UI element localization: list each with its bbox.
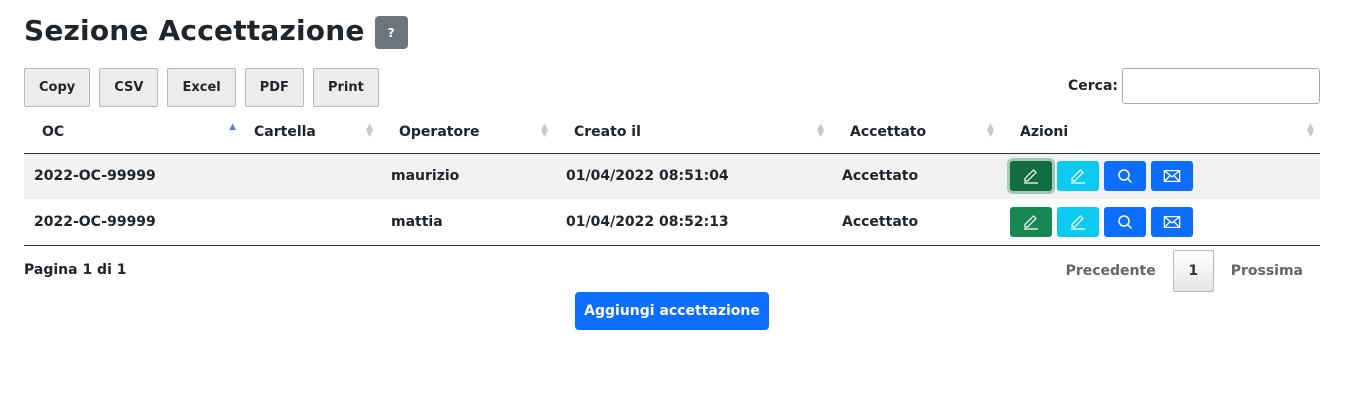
next-page-button[interactable]: Prossima [1214,263,1320,279]
sort-icon: ▲ ▼ [1307,122,1314,139]
column-label: Creato il [574,124,641,141]
sort-icon: ▲ ▼ [541,122,548,139]
page-header: Sezione Accettazione ? [24,12,408,49]
cell-operatore: maurizio [379,153,554,199]
table-row: 2022-OC-99999 maurizio 01/04/2022 08:51:… [24,153,1320,199]
column-label: OC [42,124,65,141]
envelope-icon [1163,170,1181,183]
cell-oc: 2022-OC-99999 [24,199,242,246]
sort-icon: ▲ ▼ [817,122,824,139]
page-button-current[interactable]: 1 [1172,250,1214,292]
sort-icon: ▲ ▼ [366,122,373,139]
copy-button[interactable]: Copy [24,68,91,107]
excel-button[interactable]: Excel [167,68,236,107]
column-label: Operatore [399,124,480,141]
pencil-icon [1071,169,1085,184]
column-header-azioni[interactable]: Azioni ▲ ▼ [1000,112,1320,154]
cell-accettato: Accettato [830,199,1000,246]
edit-light-button[interactable] [1057,161,1099,192]
email-button[interactable] [1151,161,1193,192]
search-box: Cerca: [1068,68,1320,104]
search-label: Cerca: [1067,78,1118,94]
email-button[interactable] [1151,206,1193,237]
view-button[interactable] [1104,161,1146,192]
search-icon [1118,169,1133,184]
column-label: Accettato [850,124,927,141]
pagination-info: Pagina 1 di 1 [24,262,127,278]
csv-button[interactable]: CSV [99,68,159,107]
cell-creato-il: 01/04/2022 08:51:04 [554,153,830,199]
column-header-cartella[interactable]: Cartella ▲ ▼ [242,112,379,154]
pdf-button[interactable]: PDF [244,68,304,107]
export-toolbar: Copy CSV Excel PDF Print [24,68,388,107]
table-row: 2022-OC-99999 mattia 01/04/2022 08:52:13… [24,199,1320,246]
edit-button[interactable] [1010,161,1052,192]
pencil-icon [1071,214,1085,230]
print-button[interactable]: Print [312,68,379,107]
cell-creato-il: 01/04/2022 08:52:13 [554,199,830,246]
pencil-icon [1024,214,1038,230]
pencil-icon [1024,169,1038,184]
cell-cartella [242,199,379,246]
cell-cartella [242,153,379,199]
help-button[interactable]: ? [374,16,408,49]
acceptance-table: OC ▲▼ Cartella ▲▼ Operatore ▲▼ Creato il… [24,112,1320,246]
page-title: Sezione Accettazione [24,14,365,47]
column-header-oc[interactable]: OC ▲▼ [24,112,242,154]
column-header-operatore[interactable]: Operatore ▲ ▼ [379,112,554,154]
cell-oc: 2022-OC-99999 [24,153,242,199]
view-button[interactable] [1104,206,1146,237]
search-input[interactable] [1122,68,1320,104]
edit-light-button[interactable] [1057,206,1099,237]
sort-asc-icon: ▲▼ [229,122,236,132]
cell-operatore: mattia [379,199,554,246]
column-label: Cartella [254,124,316,141]
column-header-creato-il[interactable]: Creato il ▲ ▼ [554,112,830,154]
sort-icon: ▲ ▼ [987,122,994,139]
search-icon [1118,215,1133,229]
table-header-row: OC ▲▼ Cartella ▲▼ Operatore ▲▼ Creato il… [24,112,1320,154]
pagination: Precedente 1 Prossima [1049,250,1320,292]
cell-azioni [1000,199,1320,246]
cell-accettato: Accettato [830,153,1000,199]
column-label: Azioni [1020,124,1069,141]
previous-page-button[interactable]: Precedente [1049,263,1173,279]
edit-button[interactable] [1010,206,1052,237]
cell-azioni [1000,153,1320,199]
add-acceptance-button[interactable]: Aggiungi accettazione [575,292,769,330]
column-header-accettato[interactable]: Accettato ▲ ▼ [830,112,1000,154]
envelope-icon [1163,215,1181,228]
